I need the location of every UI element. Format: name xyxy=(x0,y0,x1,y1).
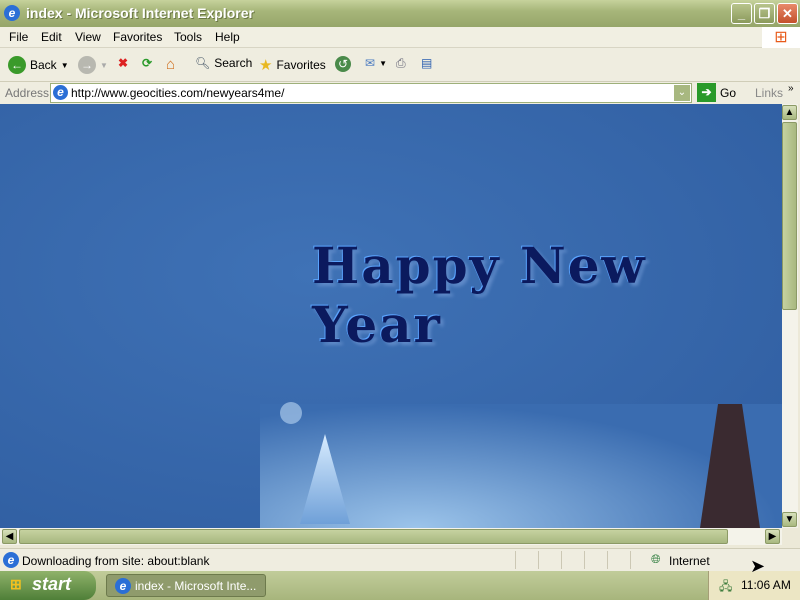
menu-bar: File Edit View Favorites Tools Help ⊞ xyxy=(0,27,800,48)
horizontal-scrollbar[interactable]: ◀ ▶ xyxy=(0,528,782,545)
search-label: Search xyxy=(214,56,253,70)
scroll-up-button[interactable]: ▲ xyxy=(782,105,797,120)
mouse-cursor-icon: ➤ xyxy=(750,556,766,576)
zone-label: Internet xyxy=(669,554,710,568)
page-loading-icon: e xyxy=(3,552,19,568)
status-bar: e Downloading from site: about:blank 🌐︎ … xyxy=(0,548,800,571)
stop-icon[interactable]: ✖ xyxy=(118,56,128,70)
refresh-icon[interactable]: ⟳ xyxy=(142,56,152,70)
star-icon: ★ xyxy=(259,57,273,74)
web-page-content: Happy New Year xyxy=(0,104,782,528)
go-button[interactable]: ➔ Go xyxy=(697,83,736,102)
start-label: start xyxy=(32,574,72,594)
menu-help[interactable]: Help xyxy=(215,30,240,44)
menu-favorites[interactable]: Favorites xyxy=(113,30,162,44)
address-url: http://www.geocities.com/newyears4me/ xyxy=(71,86,285,100)
ie-icon: e xyxy=(115,578,131,594)
scroll-left-button[interactable]: ◀ xyxy=(2,529,17,544)
print-icon[interactable]: ⎙ xyxy=(396,56,406,71)
mail-button[interactable]: ✉ ▼ xyxy=(365,56,387,70)
menu-file[interactable]: File xyxy=(9,30,28,44)
restore-button[interactable]: ❐ xyxy=(754,3,775,24)
vertical-scrollbar[interactable]: ▲ ▼ xyxy=(782,104,798,528)
title-bar: e index - Microsoft Internet Explorer _ … xyxy=(0,0,800,27)
forward-arrow-icon: → xyxy=(78,56,96,74)
menu-view[interactable]: View xyxy=(75,30,101,44)
menu-tools[interactable]: Tools xyxy=(174,30,202,44)
toolbar: ← Back ▼ → ▼ ✖ ⟳ ⌂ 🔍︎ Search ★ Favorites ↺ ✉ ▼… xyxy=(0,48,800,82)
status-panels xyxy=(515,551,645,569)
page-heading: Happy New Year xyxy=(312,236,647,354)
close-button[interactable]: ✕ xyxy=(777,3,798,24)
mail-icon: ✉ xyxy=(365,56,376,70)
vertical-scroll-thumb[interactable] xyxy=(782,122,797,310)
address-bar: Address e http://www.geocities.com/newye… xyxy=(0,82,800,104)
forward-button[interactable]: → ▼ xyxy=(78,56,108,74)
menu-edit[interactable]: Edit xyxy=(41,30,62,44)
windows-flag-icon: ⊞ xyxy=(10,576,22,592)
horizontal-scroll-thumb[interactable] xyxy=(19,529,728,544)
edit-icon[interactable]: ▤ xyxy=(421,56,432,70)
home-icon[interactable]: ⌂ xyxy=(166,56,175,73)
address-label: Address xyxy=(5,86,50,100)
taskbar-item-ie[interactable]: e index - Microsoft Inte... xyxy=(106,574,266,597)
status-text: Downloading from site: about:blank xyxy=(22,554,210,568)
search-icon: 🔍︎ xyxy=(195,56,211,70)
taskbar: ⊞ start e index - Microsoft Inte... 🖧︎ 1… xyxy=(0,571,800,600)
window-title: index - Microsoft Internet Explorer xyxy=(26,5,254,21)
scroll-right-button[interactable]: ▶ xyxy=(765,529,780,544)
task-label: index - Microsoft Inte... xyxy=(135,579,257,593)
ie-icon: e xyxy=(4,5,20,21)
scroll-down-button[interactable]: ▼ xyxy=(782,512,797,527)
back-button[interactable]: ← Back ▼ xyxy=(8,56,69,74)
clock: 11:06 AM xyxy=(741,578,791,592)
minimize-button[interactable]: _ xyxy=(731,3,752,24)
history-button[interactable]: ↺ xyxy=(335,56,351,72)
favorites-button[interactable]: ★ Favorites xyxy=(259,56,326,74)
search-button[interactable]: 🔍︎ Search xyxy=(195,56,252,70)
start-button[interactable]: ⊞ start xyxy=(0,571,96,600)
page-icon: e xyxy=(53,85,68,100)
favorites-label: Favorites xyxy=(276,58,326,72)
windows-logo-icon: ⊞ xyxy=(762,27,800,48)
links-button[interactable]: Links xyxy=(755,86,783,100)
network-icon[interactable]: 🖧︎ xyxy=(719,577,732,598)
address-input[interactable]: e http://www.geocities.com/newyears4me/ … xyxy=(50,83,692,103)
back-label: Back xyxy=(30,58,57,72)
chevron-icon[interactable]: » xyxy=(788,83,794,94)
go-arrow-icon: ➔ xyxy=(697,83,716,102)
history-icon: ↺ xyxy=(335,56,351,72)
go-label: Go xyxy=(720,85,737,100)
moon-image xyxy=(280,402,302,424)
address-dropdown-button[interactable]: ⌄ xyxy=(674,85,690,101)
globe-icon: 🌐︎ xyxy=(651,552,661,566)
back-arrow-icon: ← xyxy=(8,56,26,74)
